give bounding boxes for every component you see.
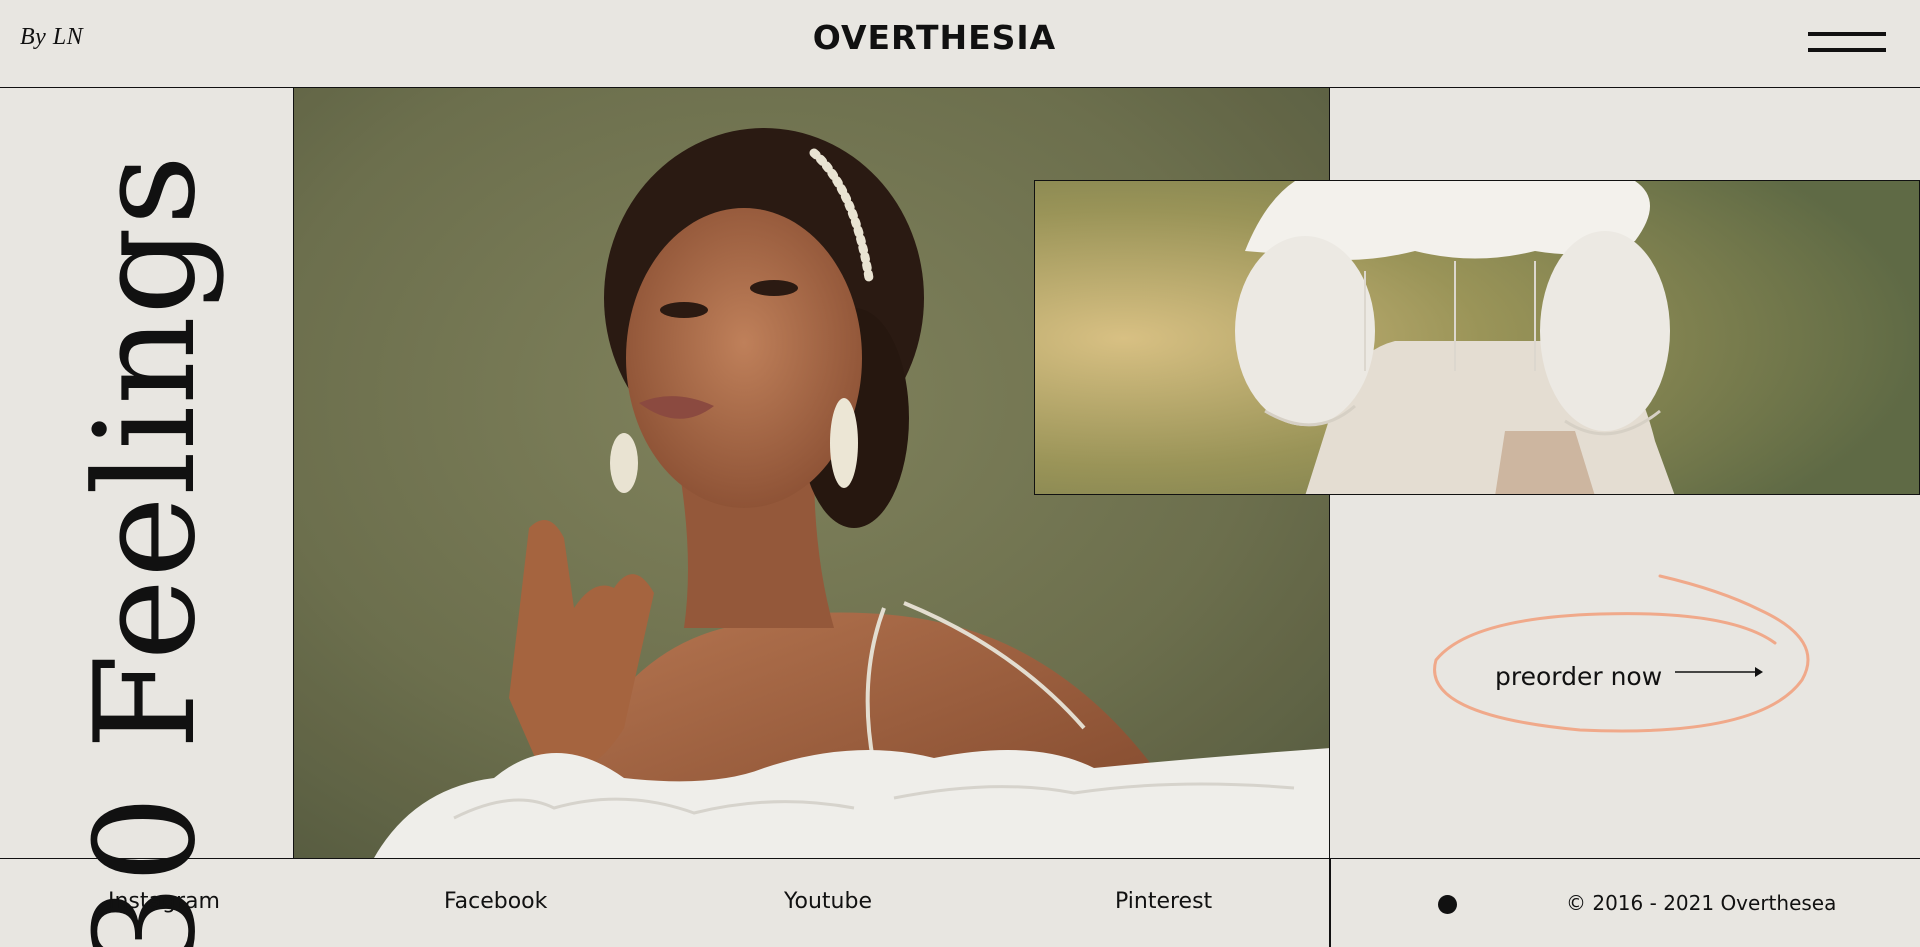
pinterest-link[interactable]: Pinterest	[1115, 889, 1212, 914]
dress-detail-image	[1034, 180, 1920, 495]
preorder-label: preorder now	[1495, 662, 1663, 691]
hero-title: 30 Feelings	[65, 153, 226, 947]
hand-drawn-circle-icon	[1433, 574, 1810, 733]
brand-logo[interactable]: OVERTHESIA	[0, 18, 1869, 57]
instagram-link[interactable]: Instagram	[108, 889, 220, 914]
white-ruffled-dress-photo	[1035, 181, 1919, 494]
hamburger-menu-icon[interactable]	[1808, 30, 1886, 56]
facebook-link[interactable]: Facebook	[444, 889, 547, 914]
preorder-button[interactable]: preorder now	[1430, 570, 1820, 742]
menu-bar-bottom	[1808, 48, 1886, 52]
site-footer: Instagram Facebook Youtube Pinterest © 2…	[0, 858, 1920, 947]
footer-divider	[1329, 859, 1331, 947]
copyright-text: © 2016 - 2021 Overthesea	[1566, 891, 1837, 915]
youtube-link[interactable]: Youtube	[784, 889, 872, 914]
menu-bar-top	[1808, 32, 1886, 36]
arrow-right-icon	[1675, 667, 1763, 677]
site-header: By LN OVERTHESIA	[0, 0, 1920, 88]
title-column: 30 Feelings	[0, 88, 294, 947]
dot-icon	[1438, 895, 1457, 914]
